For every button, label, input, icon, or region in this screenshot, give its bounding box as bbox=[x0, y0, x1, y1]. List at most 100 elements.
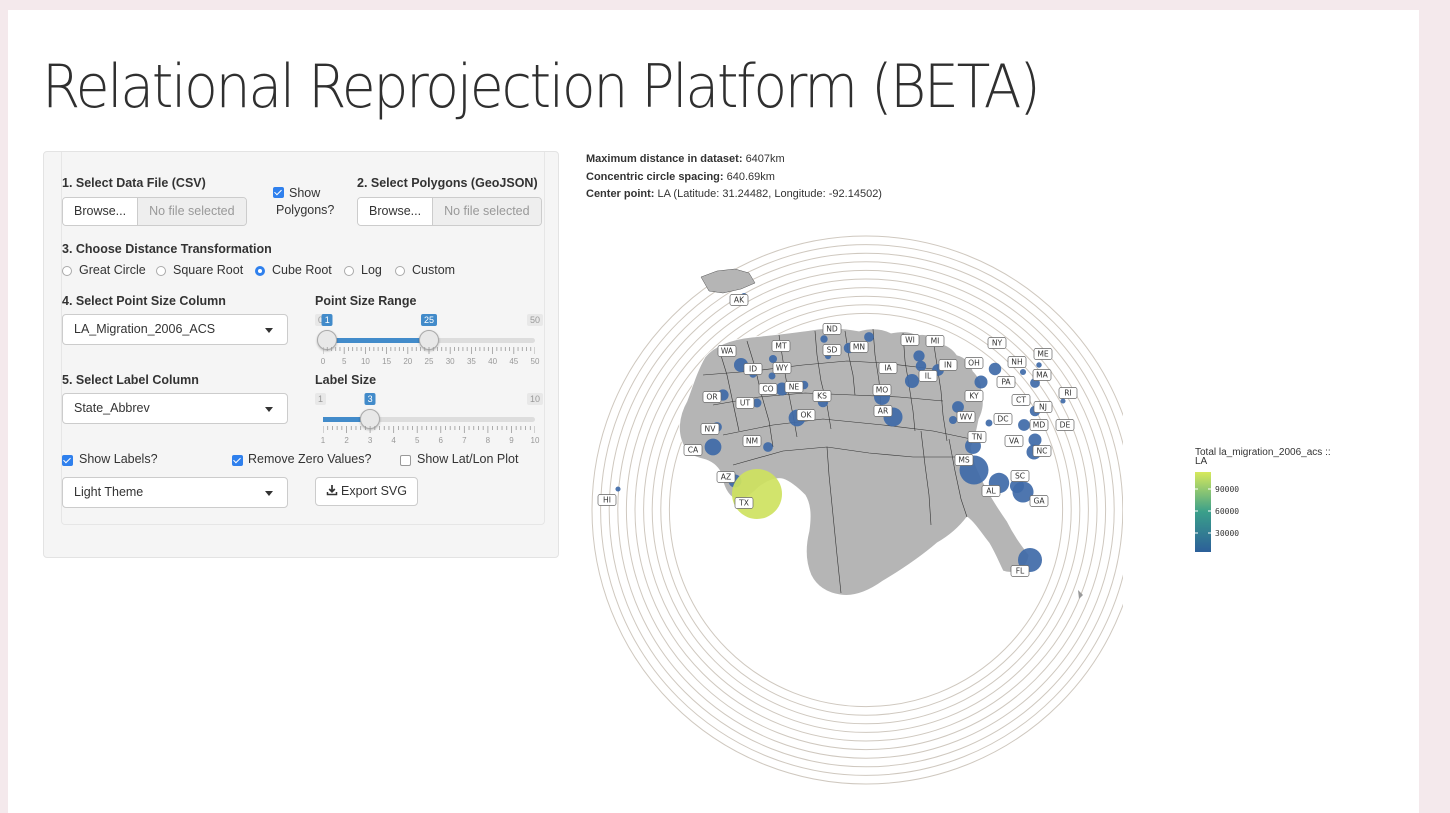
radio-cube-root[interactable] bbox=[255, 266, 265, 276]
label-text: NE bbox=[789, 383, 800, 392]
center-point-label: Center point: bbox=[586, 188, 655, 200]
point-mi[interactable] bbox=[913, 350, 925, 362]
max-distance-info: Maximum distance in dataset: 6407km bbox=[586, 153, 785, 165]
point-ri[interactable] bbox=[1060, 398, 1066, 404]
circle-spacing-label: Concentric circle spacing: bbox=[586, 171, 724, 183]
data-file-placeholder: No file selected bbox=[138, 198, 246, 225]
slider-tick-label: 6 bbox=[438, 436, 443, 445]
slider-tick-label: 20 bbox=[403, 357, 413, 366]
point-nm[interactable] bbox=[763, 442, 773, 452]
slider-tick-label: 30 bbox=[445, 357, 455, 366]
label-text: FL bbox=[1016, 567, 1025, 576]
theme-select[interactable]: Light Theme bbox=[62, 477, 288, 508]
label-ri: RI bbox=[1058, 387, 1078, 399]
label-dc: DC bbox=[993, 413, 1013, 425]
label-ia: IA bbox=[878, 362, 898, 374]
point-size-column-select[interactable]: LA_Migration_2006_ACS bbox=[62, 314, 288, 345]
label-nc: NC bbox=[1032, 445, 1052, 457]
point-ky[interactable] bbox=[952, 401, 964, 413]
point-il[interactable] bbox=[904, 373, 920, 389]
label-text: IL bbox=[925, 372, 932, 381]
radio-custom[interactable] bbox=[395, 266, 405, 276]
point-nd[interactable] bbox=[820, 335, 828, 343]
label-text: UT bbox=[740, 399, 751, 408]
label-in: IN bbox=[938, 359, 958, 371]
label-size-slider[interactable]: 1 10 3 1 2 3 4 5 6 7 8 9 10 bbox=[315, 393, 543, 453]
radio-log[interactable] bbox=[344, 266, 354, 276]
distance-label: 3. Choose Distance Transformation bbox=[62, 242, 272, 256]
show-labels-checkbox[interactable] bbox=[62, 455, 73, 466]
radio-great-circle[interactable] bbox=[62, 266, 72, 276]
point-wv[interactable] bbox=[948, 415, 958, 425]
point-nh[interactable] bbox=[1019, 368, 1027, 376]
point-hi[interactable] bbox=[615, 486, 621, 492]
show-latlon-checkbox[interactable] bbox=[400, 455, 411, 466]
slider-tick-label: 50 bbox=[530, 357, 540, 366]
slider-tick-label: 0 bbox=[320, 357, 326, 366]
center-point-info: Center point: LA (Latitude: 31.24482, Lo… bbox=[586, 188, 882, 200]
label-text: NH bbox=[1011, 358, 1022, 367]
label-text: CO bbox=[762, 385, 773, 394]
label-size-label: Label Size bbox=[315, 373, 377, 387]
label-text: KS bbox=[817, 392, 827, 401]
show-labels-label: Show Labels? bbox=[79, 452, 158, 466]
slider-tick-label: 40 bbox=[488, 357, 498, 366]
radio-square-root[interactable] bbox=[156, 266, 166, 276]
polygons-browse-button[interactable]: Browse... bbox=[358, 198, 434, 225]
data-file-input[interactable]: Browse... No file selected bbox=[62, 197, 247, 226]
point-mt[interactable] bbox=[768, 354, 778, 364]
label-co: CO bbox=[758, 383, 778, 395]
label-wy: WY bbox=[772, 362, 792, 374]
label-ct: CT bbox=[1011, 394, 1031, 406]
export-svg-button[interactable]: Export SVG bbox=[315, 477, 418, 506]
label-md: MD bbox=[1029, 419, 1049, 431]
label-text: AL bbox=[986, 487, 996, 496]
point-ca[interactable] bbox=[704, 438, 722, 456]
label-fl: FL bbox=[1010, 565, 1030, 577]
label-text: ME bbox=[1037, 350, 1049, 359]
label-de: DE bbox=[1055, 419, 1075, 431]
label-text: RI bbox=[1064, 389, 1072, 398]
point-ny[interactable] bbox=[988, 362, 1002, 376]
remove-zero-checkbox[interactable] bbox=[232, 455, 243, 466]
point-md[interactable] bbox=[1018, 419, 1030, 431]
page-title: Relational Reprojection Platform (BETA) bbox=[42, 52, 1041, 122]
legend-tick-label: 60000 bbox=[1215, 507, 1239, 516]
label-text: AR bbox=[878, 407, 889, 416]
legend-tick-label: 90000 bbox=[1215, 485, 1239, 494]
label-column-value: State_Abbrev bbox=[74, 401, 150, 415]
radio-label-great-circle: Great Circle bbox=[79, 263, 146, 277]
slider-max-label: 50 bbox=[526, 314, 543, 326]
chevron-down-icon bbox=[265, 491, 273, 496]
slider-tick-label: 10 bbox=[530, 436, 540, 445]
label-hi: HI bbox=[597, 494, 617, 506]
point-size-column-label: 4. Select Point Size Column bbox=[62, 294, 226, 308]
point-size-range-slider[interactable]: 0 50 1 25 0 5 10 15 20 25 30 35 40 45 50 bbox=[315, 314, 543, 374]
legend-gradient bbox=[1195, 472, 1211, 552]
label-text: AK bbox=[734, 296, 745, 305]
label-oh: OH bbox=[964, 357, 984, 369]
label-text: PA bbox=[1001, 378, 1011, 387]
label-column-select[interactable]: State_Abbrev bbox=[62, 393, 288, 424]
slider-tick-label: 4 bbox=[391, 436, 396, 445]
label-ok: OK bbox=[796, 409, 816, 421]
label-text: KY bbox=[969, 392, 979, 401]
label-ms: MS bbox=[954, 454, 974, 466]
point-dc[interactable] bbox=[985, 419, 993, 427]
label-az: AZ bbox=[716, 471, 736, 483]
label-text: DC bbox=[997, 415, 1008, 424]
slider-ticks bbox=[323, 347, 535, 354]
point-pa[interactable] bbox=[974, 375, 988, 389]
data-file-browse-button[interactable]: Browse... bbox=[63, 198, 139, 225]
point-wi[interactable] bbox=[864, 332, 874, 342]
label-tx: TX bbox=[734, 497, 754, 509]
polygons-file-input[interactable]: Browse... No file selected bbox=[357, 197, 542, 226]
point-tx[interactable] bbox=[732, 469, 782, 519]
slider-tick-label: 25 bbox=[424, 357, 434, 366]
label-wi: WI bbox=[900, 334, 920, 346]
point-in[interactable] bbox=[915, 360, 927, 372]
show-polygons-checkbox[interactable] bbox=[273, 187, 284, 198]
label-text: WA bbox=[721, 347, 734, 356]
app-frame: Relational Reprojection Platform (BETA) … bbox=[8, 10, 1419, 813]
point-me[interactable] bbox=[1036, 362, 1042, 368]
